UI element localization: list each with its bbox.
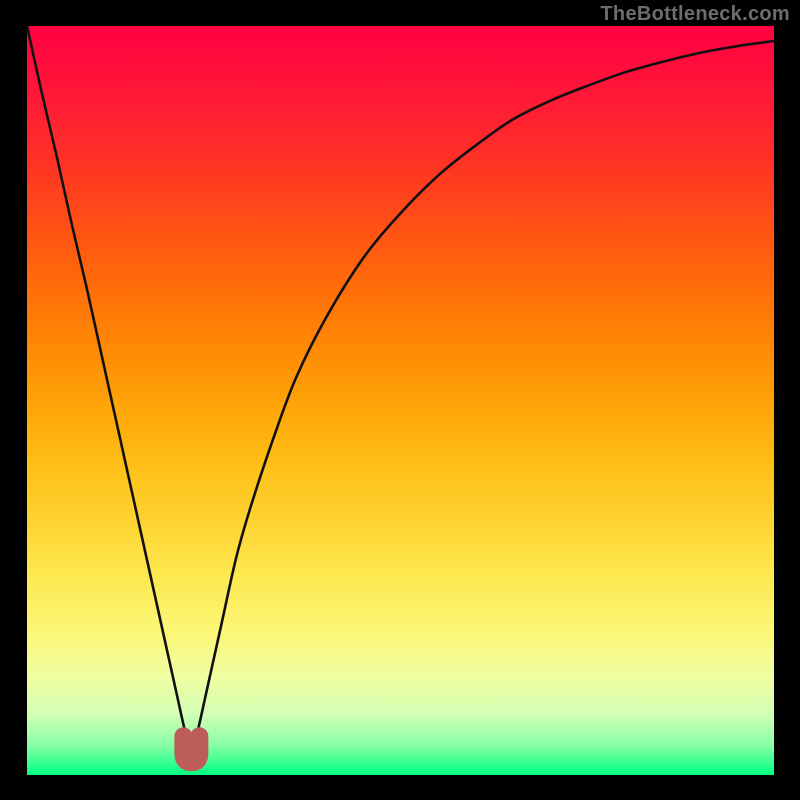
bottleneck-curve (27, 26, 774, 756)
plot-area (27, 26, 774, 775)
optimal-marker (183, 736, 199, 762)
chart-frame: TheBottleneck.com (0, 0, 800, 800)
watermark-text: TheBottleneck.com (600, 3, 790, 26)
curve-layer (27, 26, 774, 775)
